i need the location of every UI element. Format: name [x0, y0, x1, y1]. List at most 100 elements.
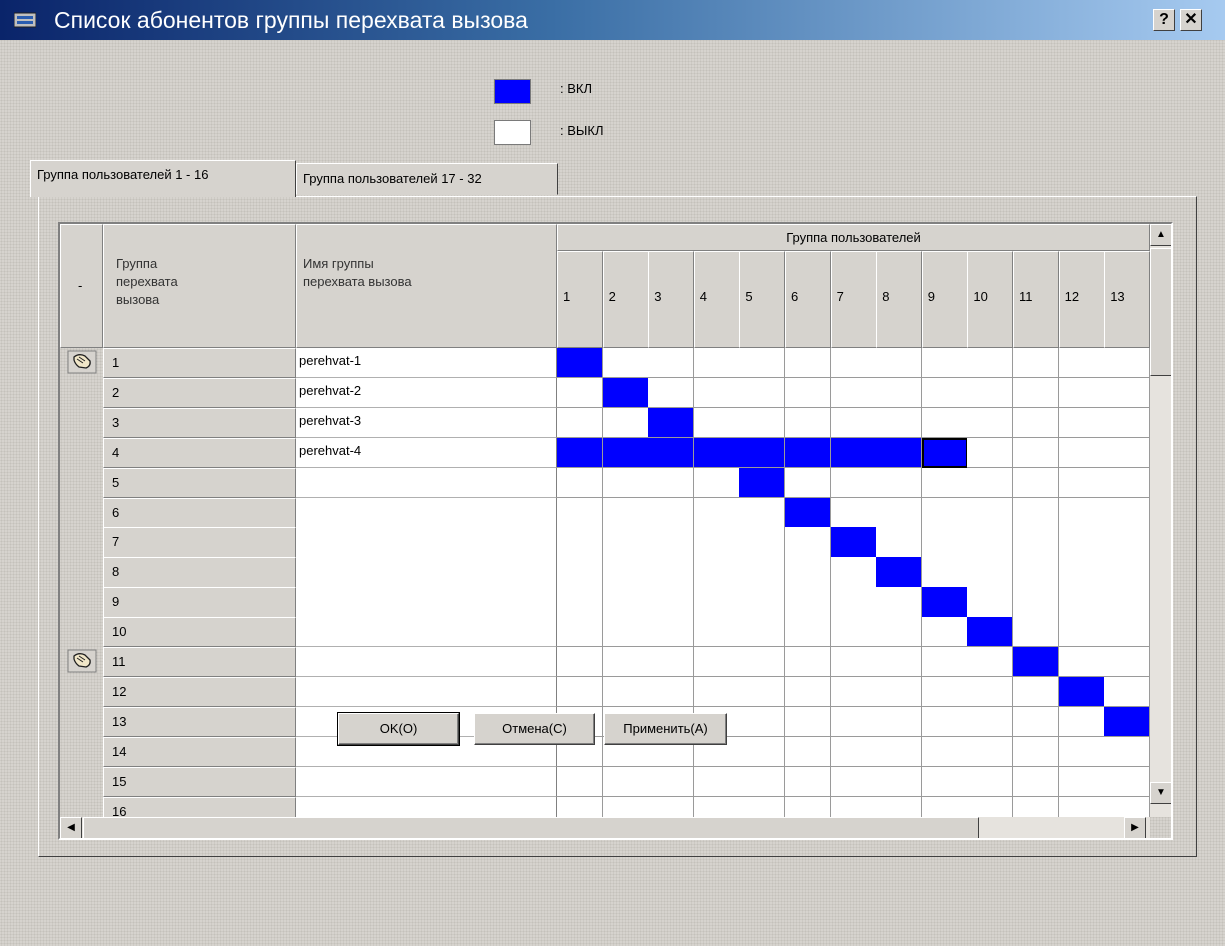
membership-cell[interactable]: [1104, 407, 1151, 439]
membership-cell[interactable]: [693, 467, 740, 498]
membership-cell[interactable]: [557, 497, 604, 528]
group-name-cell[interactable]: [296, 587, 557, 618]
membership-cell[interactable]: [967, 527, 1014, 558]
user-column-8[interactable]: 8: [876, 251, 923, 348]
membership-cell[interactable]: [557, 557, 604, 588]
help-button[interactable]: ?: [1153, 9, 1175, 31]
membership-cell[interactable]: [785, 617, 832, 648]
membership-cell[interactable]: [876, 407, 923, 439]
membership-cell[interactable]: [693, 617, 740, 648]
membership-cell[interactable]: [967, 676, 1014, 708]
membership-cell[interactable]: [921, 676, 968, 708]
membership-cell[interactable]: [693, 497, 740, 528]
user-column-13[interactable]: 13: [1104, 251, 1151, 348]
membership-cell[interactable]: [739, 766, 786, 797]
membership-cell[interactable]: [557, 377, 604, 409]
membership-cell[interactable]: [557, 527, 604, 558]
membership-cell[interactable]: [830, 647, 877, 678]
group-row-number[interactable]: 13: [103, 706, 296, 738]
membership-cell[interactable]: [967, 497, 1014, 528]
membership-cell[interactable]: [785, 587, 832, 618]
membership-cell[interactable]: [648, 647, 695, 678]
membership-cell[interactable]: [876, 497, 923, 528]
membership-cell[interactable]: [557, 766, 604, 797]
scroll-left-button[interactable]: ◀: [60, 817, 82, 838]
membership-cell[interactable]: [785, 348, 832, 379]
membership-cell[interactable]: [739, 348, 786, 379]
membership-cell[interactable]: [1104, 437, 1151, 469]
horizontal-scroll-thumb[interactable]: [83, 817, 979, 838]
membership-cell[interactable]: [1058, 527, 1105, 558]
membership-cell[interactable]: [648, 467, 695, 498]
membership-cell[interactable]: [648, 557, 695, 588]
membership-cell[interactable]: [648, 527, 695, 558]
membership-cell[interactable]: [1104, 527, 1151, 558]
vertical-scroll-thumb[interactable]: [1150, 248, 1171, 376]
membership-cell[interactable]: [1058, 647, 1105, 678]
membership-cell[interactable]: [739, 527, 786, 558]
membership-cell[interactable]: [876, 377, 923, 409]
membership-cell[interactable]: [830, 676, 877, 708]
membership-cell[interactable]: [602, 647, 649, 678]
membership-cell[interactable]: [739, 706, 786, 738]
membership-cell[interactable]: [602, 377, 649, 409]
membership-cell[interactable]: [785, 557, 832, 588]
membership-cell[interactable]: [648, 587, 695, 618]
membership-cell[interactable]: [1104, 377, 1151, 409]
membership-cell[interactable]: [1013, 348, 1060, 379]
membership-cell[interactable]: [921, 587, 968, 618]
membership-cell[interactable]: [1058, 676, 1105, 708]
group-name-cell[interactable]: [296, 676, 557, 708]
membership-cell[interactable]: [830, 497, 877, 528]
user-column-9[interactable]: 9: [921, 251, 968, 348]
membership-cell[interactable]: [785, 766, 832, 797]
vertical-scrollbar[interactable]: ▲ ▼: [1150, 224, 1171, 817]
membership-cell[interactable]: [1104, 706, 1151, 738]
hand-pointer-icon[interactable]: [67, 649, 97, 673]
membership-cell[interactable]: [967, 647, 1014, 678]
membership-cell[interactable]: [921, 527, 968, 558]
group-row-number[interactable]: 9: [103, 587, 296, 618]
membership-cell[interactable]: [876, 647, 923, 678]
membership-cell[interactable]: [830, 766, 877, 797]
membership-cell[interactable]: [557, 617, 604, 648]
user-column-11[interactable]: 11: [1013, 251, 1060, 348]
group-row-number[interactable]: 3: [103, 407, 296, 439]
membership-cell[interactable]: [1013, 617, 1060, 648]
scroll-right-button[interactable]: ▶: [1124, 817, 1146, 838]
membership-cell[interactable]: [921, 647, 968, 678]
membership-cell[interactable]: [967, 706, 1014, 738]
membership-cell[interactable]: [830, 437, 877, 469]
membership-cell[interactable]: [1013, 437, 1060, 469]
membership-cell[interactable]: [602, 348, 649, 379]
membership-cell[interactable]: [876, 467, 923, 498]
membership-cell[interactable]: [876, 527, 923, 558]
membership-cell[interactable]: [1013, 377, 1060, 409]
name-header[interactable]: Имя группы перехвата вызова: [296, 224, 557, 348]
membership-cell[interactable]: [830, 587, 877, 618]
membership-cell[interactable]: [921, 377, 968, 409]
membership-cell[interactable]: [830, 736, 877, 768]
group-row-number[interactable]: 8: [103, 557, 296, 588]
membership-cell[interactable]: [1058, 736, 1105, 768]
group-name-cell[interactable]: [296, 617, 557, 648]
membership-cell[interactable]: [921, 407, 968, 439]
group-name-cell[interactable]: [296, 557, 557, 588]
group-row-number[interactable]: 6: [103, 497, 296, 528]
membership-cell[interactable]: [830, 377, 877, 409]
user-column-2[interactable]: 2: [602, 251, 649, 348]
membership-cell[interactable]: [1013, 557, 1060, 588]
membership-cell[interactable]: [967, 557, 1014, 588]
membership-cell[interactable]: [1013, 706, 1060, 738]
membership-cell[interactable]: [739, 377, 786, 409]
cancel-button[interactable]: Отмена(C): [474, 713, 595, 745]
membership-cell[interactable]: [785, 437, 832, 469]
membership-cell[interactable]: [876, 437, 923, 469]
user-column-10[interactable]: 10: [967, 251, 1014, 348]
membership-cell[interactable]: [1058, 377, 1105, 409]
membership-cell[interactable]: [693, 647, 740, 678]
membership-cell[interactable]: [1058, 407, 1105, 439]
user-column-1[interactable]: 1: [557, 251, 604, 348]
membership-cell[interactable]: [1058, 587, 1105, 618]
apply-button[interactable]: Применить(A): [604, 713, 727, 745]
